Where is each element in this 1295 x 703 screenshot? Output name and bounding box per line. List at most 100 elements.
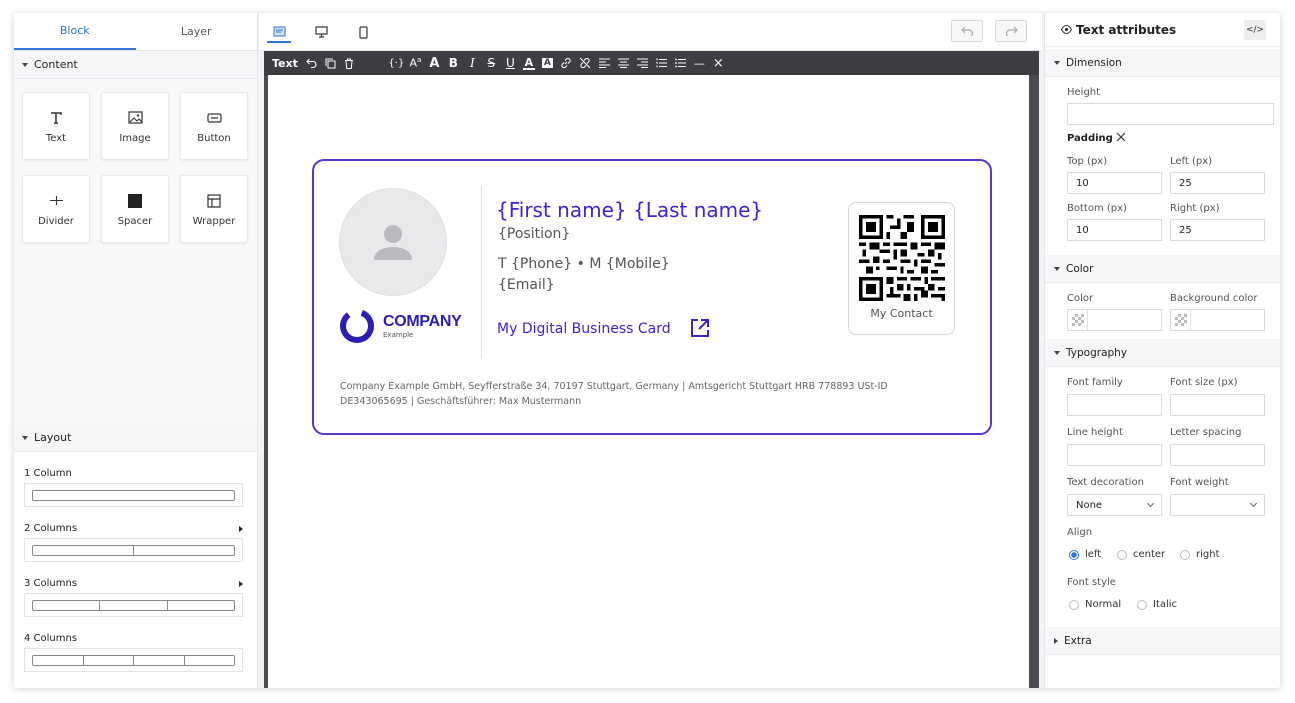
block-text[interactable]: Text xyxy=(22,92,90,160)
copy-icon[interactable] xyxy=(321,51,340,75)
align-right-icon[interactable] xyxy=(633,51,652,75)
full-name[interactable]: {First name} {Last name} xyxy=(496,198,763,222)
font-family-icon[interactable]: A xyxy=(425,51,444,75)
attributes-panel: Text attributes </> Dimension Height Pad… xyxy=(1044,13,1280,688)
italic-icon[interactable]: I xyxy=(463,51,482,75)
legal-footer[interactable]: Company Example GmbH, Seyfferstraße 34, … xyxy=(340,379,950,409)
highlight-color-icon[interactable]: A xyxy=(538,51,557,75)
unordered-list-icon[interactable] xyxy=(671,51,690,75)
block-label: Button xyxy=(197,132,231,144)
tab-block[interactable]: Block xyxy=(14,13,136,50)
expand-arrow-icon[interactable] xyxy=(239,526,243,532)
bg-color-label: Background color xyxy=(1170,293,1258,304)
font-size-input[interactable] xyxy=(1170,394,1265,416)
dimension-title: Dimension xyxy=(1066,56,1122,69)
mobile-icon[interactable] xyxy=(351,21,375,43)
align-right-radio[interactable]: right xyxy=(1180,549,1220,560)
underline-icon[interactable]: U xyxy=(501,51,520,75)
layout-4-columns[interactable]: 4 Columns xyxy=(24,633,243,672)
horizontal-rule-icon[interactable]: — xyxy=(690,51,709,75)
position-text[interactable]: {Position} xyxy=(498,226,570,242)
radio-label: center xyxy=(1133,549,1166,560)
expand-arrow-icon[interactable] xyxy=(239,581,243,587)
undo-icon[interactable] xyxy=(302,51,321,75)
padding-bottom-input[interactable]: 10 xyxy=(1067,219,1162,241)
padding-right-input[interactable]: 25 xyxy=(1170,219,1265,241)
eye-icon xyxy=(1061,25,1072,34)
font-size-icon[interactable]: Aa xyxy=(406,51,425,75)
block-divider[interactable]: Divider xyxy=(22,175,90,243)
align-label: Align xyxy=(1067,527,1093,538)
block-image[interactable]: Image xyxy=(101,92,169,160)
phone-text[interactable]: T {Phone} • M {Mobile} xyxy=(498,256,670,272)
variables-icon[interactable]: {·} xyxy=(387,51,406,75)
bold-icon[interactable]: B xyxy=(444,51,463,75)
blocks-panel: Block Layer Content Text Image Button Di… xyxy=(14,13,258,688)
unlink-icon[interactable] xyxy=(576,51,595,75)
layout-section-title: Layout xyxy=(34,431,72,444)
block-button[interactable]: Button xyxy=(180,92,248,160)
padding-top-input[interactable]: 10 xyxy=(1067,172,1162,194)
typography-title: Typography xyxy=(1066,346,1128,359)
top-label: Top (px) xyxy=(1067,156,1108,167)
email-view-icon[interactable] xyxy=(267,21,291,43)
font-style-normal-radio[interactable]: Normal xyxy=(1069,599,1121,610)
block-label: Image xyxy=(119,132,151,144)
align-center-radio[interactable]: center xyxy=(1117,549,1165,560)
qr-code-box[interactable]: My Contact xyxy=(848,202,955,335)
radio-label: left xyxy=(1085,549,1102,560)
block-label: Wrapper xyxy=(192,215,236,227)
font-color-icon[interactable]: A xyxy=(522,56,535,70)
ordered-list-icon[interactable] xyxy=(652,51,671,75)
email-text[interactable]: {Email} xyxy=(498,277,555,293)
typography-body: Font family Font size (px) Line height L… xyxy=(1045,367,1280,627)
layout-section-header[interactable]: Layout xyxy=(14,424,257,452)
font-weight-select[interactable] xyxy=(1170,494,1265,516)
clear-format-icon[interactable]: × xyxy=(709,51,728,75)
business-card[interactable]: COMPANY Example {First name} {Last name}… xyxy=(312,159,992,435)
trash-icon[interactable] xyxy=(340,51,359,75)
strikethrough-icon[interactable]: S xyxy=(482,51,501,75)
redo-button[interactable] xyxy=(995,20,1027,42)
layout-1-column[interactable]: 1 Column xyxy=(24,468,243,507)
vertical-divider xyxy=(481,185,482,358)
font-style-italic-radio[interactable]: Italic xyxy=(1137,599,1177,610)
font-family-input[interactable] xyxy=(1067,394,1162,416)
color-picker[interactable] xyxy=(1067,309,1162,331)
email-paper: COMPANY Example {First name} {Last name}… xyxy=(268,75,1029,688)
content-section-header[interactable]: Content xyxy=(14,51,257,79)
extra-section-header[interactable]: Extra xyxy=(1045,627,1280,655)
bg-color-picker[interactable] xyxy=(1170,309,1265,331)
undo-button[interactable] xyxy=(951,20,983,42)
caret-down-icon xyxy=(1054,350,1060,355)
align-center-icon[interactable] xyxy=(614,51,633,75)
color-section-header[interactable]: Color xyxy=(1045,255,1280,283)
text-decoration-select[interactable]: None xyxy=(1067,494,1162,516)
link-icon[interactable] xyxy=(557,51,576,75)
align-left-icon[interactable] xyxy=(595,51,614,75)
color-label: Color xyxy=(1067,293,1094,304)
padding-left-input[interactable]: 25 xyxy=(1170,172,1265,194)
close-icon[interactable] xyxy=(1116,132,1126,145)
content-section-title: Content xyxy=(34,58,78,71)
code-view-button[interactable]: </> xyxy=(1244,20,1266,40)
height-input[interactable] xyxy=(1067,103,1274,125)
layout-2-columns[interactable]: 2 Columns xyxy=(24,523,243,562)
text-decoration-value: None xyxy=(1076,499,1103,511)
panel-title: Text attributes xyxy=(1076,22,1177,37)
layout-label: 1 Column xyxy=(24,468,72,479)
desktop-icon[interactable] xyxy=(309,21,333,43)
layout-label: 2 Columns xyxy=(24,523,78,534)
external-link-icon[interactable] xyxy=(690,318,710,341)
digital-card-link[interactable]: My Digital Business Card xyxy=(497,321,671,337)
line-height-input[interactable] xyxy=(1067,444,1162,466)
align-left-radio[interactable]: left xyxy=(1069,549,1101,560)
letter-spacing-input[interactable] xyxy=(1170,444,1265,466)
dimension-section-header[interactable]: Dimension xyxy=(1045,49,1280,77)
tab-layer[interactable]: Layer xyxy=(136,13,258,50)
block-spacer[interactable]: Spacer xyxy=(101,175,169,243)
layout-3-columns[interactable]: 3 Columns xyxy=(24,578,243,617)
font-style-label: Font style xyxy=(1067,577,1116,588)
typography-section-header[interactable]: Typography xyxy=(1045,339,1280,367)
block-wrapper[interactable]: Wrapper xyxy=(180,175,248,243)
